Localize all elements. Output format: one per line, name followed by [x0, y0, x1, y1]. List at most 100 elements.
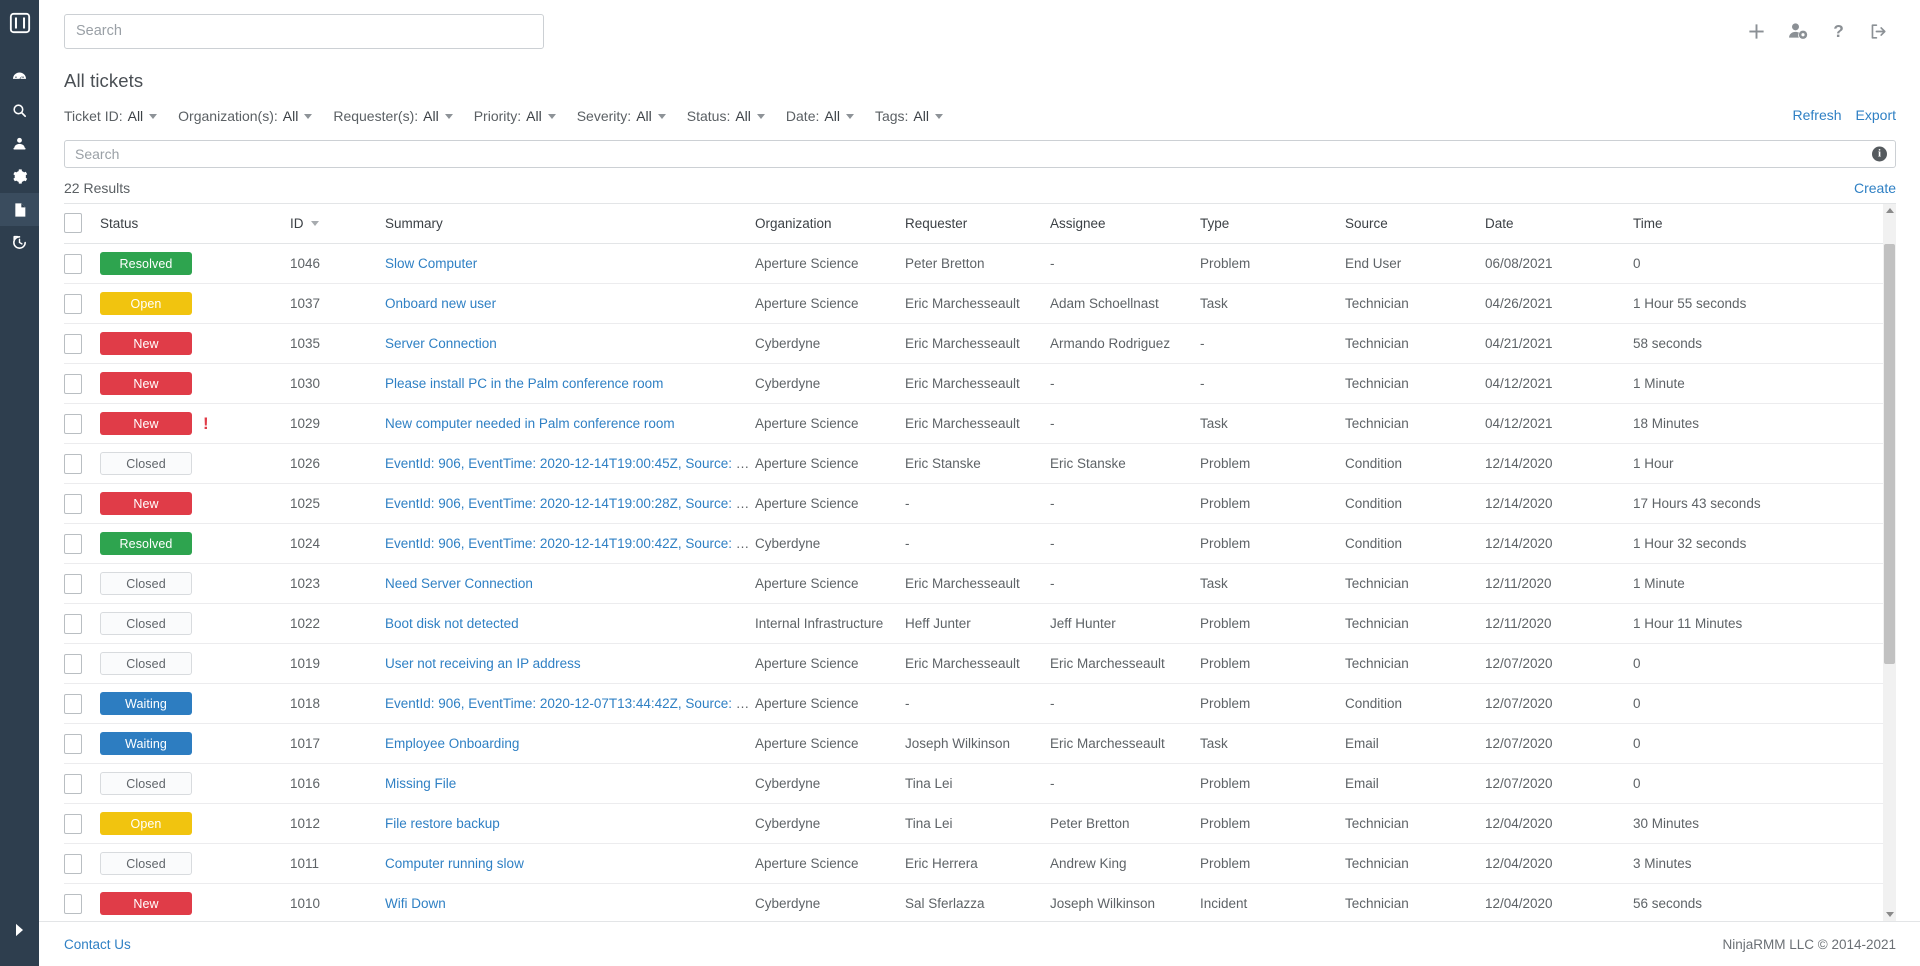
table-row[interactable]: New 1030 Please install PC in the Palm con… [64, 363, 1896, 405]
header-summary[interactable]: Summary [385, 204, 755, 245]
table-row[interactable]: New 1035 Server Connection Cyberdyne Eric Ma… [64, 323, 1896, 365]
add-button[interactable] [1747, 22, 1766, 41]
sidebar-item-search[interactable] [0, 94, 39, 127]
table-row[interactable]: Open 1012 File restore backup Cyberdyne Tina… [64, 803, 1896, 845]
create-link[interactable]: Create [1854, 180, 1896, 196]
ticket-summary-link[interactable]: Slow Computer [385, 256, 477, 271]
ticket-summary-link[interactable]: Need Server Connection [385, 576, 533, 591]
table-row[interactable]: Closed 1016 Missing File Cyberdyne Tina Lei -… [64, 763, 1896, 805]
row-checkbox[interactable] [64, 773, 82, 794]
header-date[interactable]: Date [1485, 204, 1633, 245]
ticket-summary-link[interactable]: Missing File [385, 776, 456, 791]
expand-sidebar-button[interactable] [0, 916, 39, 944]
filter-date[interactable]: Date: All [786, 108, 854, 124]
ticket-summary-link[interactable]: EventId: 906, EventTime: 2020-12-14T19:0… [385, 536, 755, 551]
row-checkbox[interactable] [64, 893, 82, 914]
table-row[interactable]: New 1025 EventId: 906, EventTime: 2020-12-… [64, 483, 1896, 525]
table-row[interactable]: Closed 1011 Computer running slow Aperture … [64, 843, 1896, 885]
row-checkbox[interactable] [64, 253, 82, 274]
scroll-up-button[interactable] [1883, 204, 1896, 217]
filter-requesters[interactable]: Requester(s): All [333, 108, 453, 125]
status-badge: Closed [100, 652, 192, 676]
row-checkbox[interactable] [64, 653, 82, 674]
filter-priority[interactable]: Priority: All [474, 108, 556, 124]
sidebar-item-history[interactable] [0, 226, 39, 259]
ticket-summary-link[interactable]: Server Connection [385, 336, 497, 351]
table-search-input[interactable] [64, 139, 1896, 168]
scrollbar-thumb[interactable] [1884, 244, 1895, 665]
header-source[interactable]: Source [1345, 204, 1485, 245]
manage-users-button[interactable] [1787, 21, 1809, 41]
sidebar-item-users[interactable] [0, 127, 39, 160]
refresh-link[interactable]: Refresh [1793, 107, 1842, 123]
row-checkbox[interactable] [64, 293, 82, 314]
ticket-summary-link[interactable]: Onboard new user [385, 296, 496, 311]
header-status[interactable]: Status [100, 204, 290, 245]
sidebar-item-dashboard[interactable] [0, 61, 39, 94]
filter-key: Requester(s): [333, 108, 419, 125]
global-search-input[interactable] [64, 13, 544, 49]
row-checkbox[interactable] [64, 813, 82, 834]
row-checkbox[interactable] [64, 413, 82, 434]
row-checkbox[interactable] [64, 853, 82, 874]
row-checkbox[interactable] [64, 493, 82, 514]
table-row[interactable]: Waiting 1018 EventId: 906, EventTime: 2020… [64, 683, 1896, 725]
row-checkbox[interactable] [64, 693, 82, 714]
export-link[interactable]: Export [1856, 107, 1896, 123]
header-type[interactable]: Type [1200, 204, 1345, 245]
ticket-summary-link[interactable]: File restore backup [385, 816, 500, 831]
row-checkbox[interactable] [64, 333, 82, 354]
row-checkbox[interactable] [64, 453, 82, 474]
table-row[interactable]: Open 1037 Onboard new user Aperture Science… [64, 283, 1896, 325]
ticket-summary-link[interactable]: User not receiving an IP address [385, 656, 581, 671]
logout-button[interactable] [1868, 22, 1888, 41]
header-organization[interactable]: Organization [755, 204, 905, 245]
app-logo[interactable] [0, 3, 39, 43]
table-row[interactable]: Closed 1026 EventId: 906, EventTime: 2020-… [64, 443, 1896, 485]
status-badge: New [100, 372, 192, 396]
header-requester[interactable]: Requester [905, 204, 1050, 245]
header-time[interactable]: Time [1633, 204, 1896, 245]
assignee-cell: Peter Bretton [1050, 803, 1200, 845]
table-row[interactable]: Closed 1019 User not receiving an IP addre… [64, 643, 1896, 685]
row-checkbox[interactable] [64, 613, 82, 634]
row-checkbox[interactable] [64, 373, 82, 394]
filter-tags[interactable]: Tags: All [875, 108, 943, 124]
scroll-down-button[interactable] [1883, 908, 1896, 921]
ticket-summary-link[interactable]: Please install PC in the Palm conference… [385, 376, 663, 391]
filter-ticketid[interactable]: Ticket ID: All [64, 108, 158, 124]
table-row[interactable]: Closed 1023 Need Server Connection Aperture… [64, 563, 1896, 605]
requester-cell: Eric Stanske [905, 443, 1050, 485]
ticket-summary-link[interactable]: EventId: 906, EventTime: 2020-12-14T19:0… [385, 456, 755, 471]
sidebar-item-settings[interactable] [0, 160, 39, 193]
table-vertical-scrollbar[interactable] [1883, 204, 1896, 921]
table-row[interactable]: New 1010 Wifi Down Cyberdyne Sal Sferlazza Jo… [64, 883, 1896, 921]
ticket-summary-link[interactable]: New computer needed in Palm conference r… [385, 416, 675, 431]
ticket-summary-link[interactable]: Wifi Down [385, 896, 446, 911]
filter-status[interactable]: Status: All [687, 108, 765, 124]
sidebar-item-tickets[interactable] [0, 193, 39, 226]
table-row[interactable]: New! 1029 New computer needed in Palm conf… [64, 403, 1896, 445]
contact-us-link[interactable]: Contact Us [64, 937, 131, 952]
source-cell: Technician [1345, 323, 1485, 365]
ticket-summary-link[interactable]: Employee Onboarding [385, 736, 519, 751]
ticket-summary-link[interactable]: Boot disk not detected [385, 616, 519, 631]
row-checkbox[interactable] [64, 573, 82, 594]
help-button[interactable]: ? [1830, 21, 1847, 41]
ticket-summary-link[interactable]: EventId: 906, EventTime: 2020-12-14T19:0… [385, 496, 755, 511]
table-row[interactable]: Waiting 1017 Employee Onboarding Aperture S… [64, 723, 1896, 765]
table-row[interactable]: Closed 1022 Boot disk not detected Internal… [64, 603, 1896, 645]
select-all-checkbox[interactable] [64, 213, 82, 234]
table-row[interactable]: Resolved 1046 Slow Computer Aperture Scienc… [64, 243, 1896, 285]
row-checkbox[interactable] [64, 733, 82, 754]
ticket-summary-link[interactable]: EventId: 906, EventTime: 2020-12-07T13:4… [385, 696, 755, 711]
search-info-icon[interactable]: i [1872, 146, 1887, 162]
filter-severity[interactable]: Severity: All [577, 108, 666, 124]
ticket-summary-link[interactable]: Computer running slow [385, 856, 524, 871]
header-id[interactable]: ID [290, 204, 385, 245]
table-row[interactable]: Resolved 1024 EventId: 906, EventTime: 202… [64, 523, 1896, 565]
filter-organizations[interactable]: Organization(s): All [178, 108, 313, 124]
row-checkbox[interactable] [64, 533, 82, 554]
filter-bar: Ticket ID: All Organization(s): All Requeste… [64, 106, 1896, 127]
header-assignee[interactable]: Assignee [1050, 204, 1200, 245]
